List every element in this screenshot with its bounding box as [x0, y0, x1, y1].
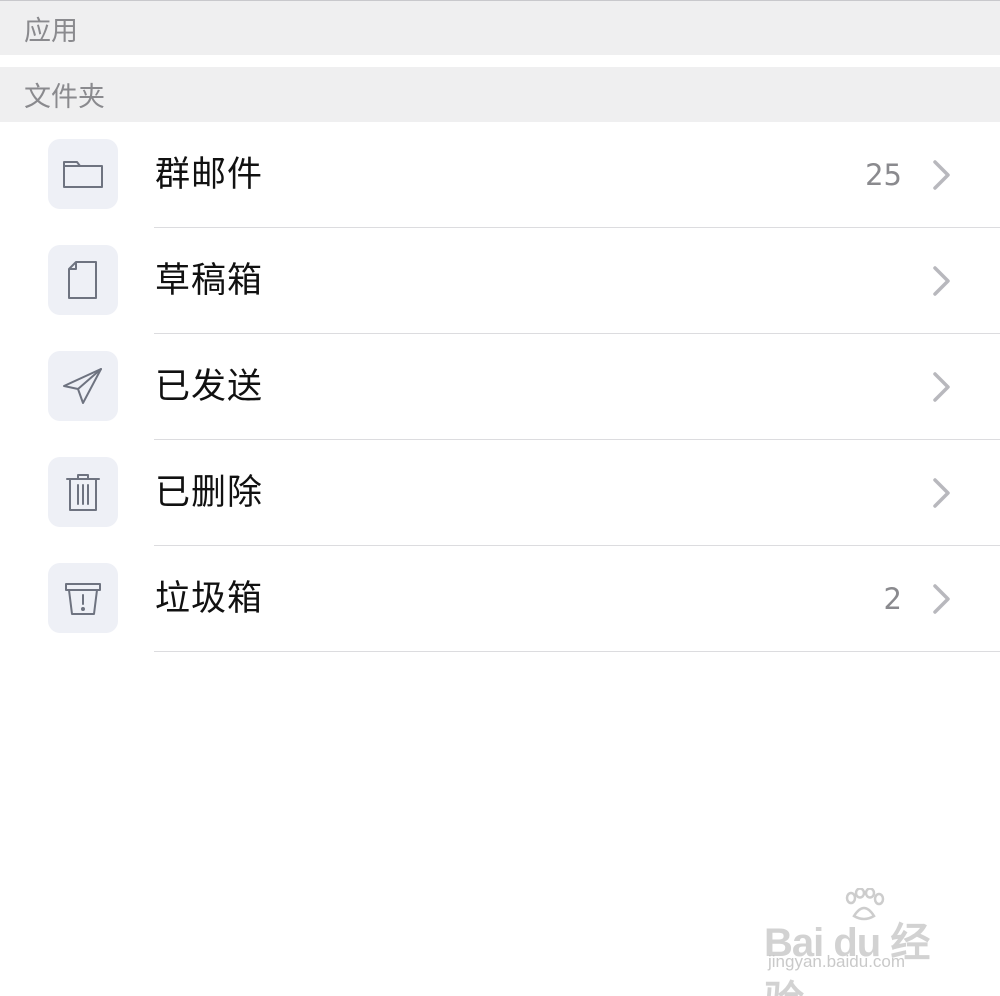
folder-row-group-mail[interactable]: 群邮件 25 [0, 122, 1000, 228]
trash-icon [48, 457, 118, 527]
folder-label: 群邮件 [155, 155, 264, 195]
section-header-folders: 文件夹 [0, 67, 1000, 122]
baidu-jingyan-watermark: Bai du 经验 jingyan.baidu.com [764, 888, 954, 996]
unread-count: 25 [865, 158, 902, 192]
folder-row-sent[interactable]: 已发送 [0, 334, 1000, 440]
row-divider [154, 651, 1000, 652]
draft-document-icon [48, 245, 118, 315]
section-title-folders: 文件夹 [24, 82, 105, 113]
chevron-right-icon [933, 372, 950, 402]
spam-bin-icon [48, 563, 118, 633]
folder-label: 已发送 [155, 367, 264, 407]
chevron-right-icon [933, 478, 950, 508]
folder-row-drafts[interactable]: 草稿箱 [0, 228, 1000, 334]
watermark-url: jingyan.baidu.com [768, 952, 906, 971]
mail-folder-screen: 应用 文件夹 群邮件 25 草稿箱 已发送 已删除 垃圾箱 2 Bai du 经… [0, 0, 1000, 996]
folder-icon [48, 139, 118, 209]
paper-plane-icon [48, 351, 118, 421]
folder-label: 草稿箱 [155, 261, 264, 301]
folder-list: 群邮件 25 草稿箱 已发送 已删除 垃圾箱 2 [0, 122, 1000, 652]
folder-label: 垃圾箱 [155, 579, 264, 619]
unread-count: 2 [883, 582, 902, 616]
chevron-right-icon [933, 266, 950, 296]
chevron-right-icon [933, 584, 950, 614]
chevron-right-icon [933, 160, 950, 190]
section-title-apps: 应用 [24, 15, 78, 47]
folder-row-deleted[interactable]: 已删除 [0, 440, 1000, 546]
section-header-apps: 应用 [0, 1, 1000, 55]
folder-label: 已删除 [155, 473, 264, 513]
folder-row-spam[interactable]: 垃圾箱 2 [0, 546, 1000, 652]
